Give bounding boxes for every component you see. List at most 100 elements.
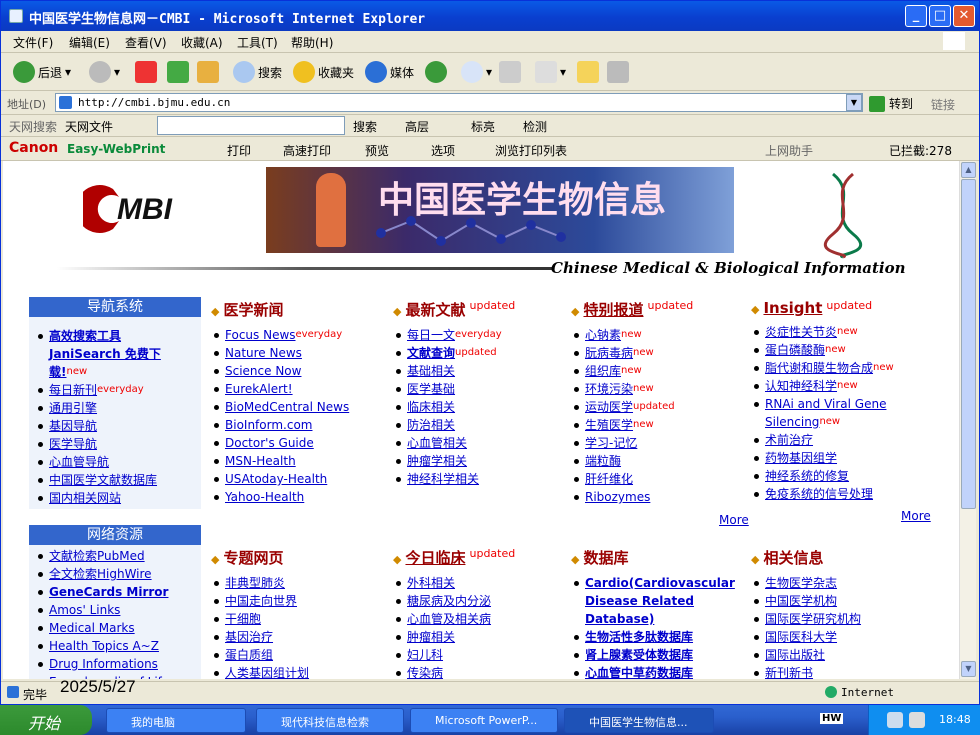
link[interactable]: 中国医学机构 bbox=[765, 594, 837, 608]
menu-view[interactable]: 查看(V) bbox=[125, 34, 167, 51]
section-title[interactable]: ◆ Insight updated bbox=[751, 299, 901, 317]
forward-button[interactable]: ▾ bbox=[89, 59, 120, 85]
menu-favorites[interactable]: 收藏(A) bbox=[181, 34, 223, 51]
link[interactable]: Nature News bbox=[225, 346, 302, 360]
menu-file[interactable]: 文件(F) bbox=[13, 34, 53, 51]
scroll-down-icon[interactable]: ▼ bbox=[961, 661, 976, 677]
start-button[interactable]: 开始 bbox=[0, 705, 92, 735]
more-link[interactable]: More bbox=[719, 513, 749, 527]
links-label[interactable]: 链接 bbox=[931, 96, 955, 113]
link[interactable]: 非典型肺炎 bbox=[225, 576, 285, 590]
link[interactable]: 基础相关 bbox=[407, 364, 455, 378]
volume-icon[interactable] bbox=[909, 712, 925, 728]
link[interactable]: 心血管中草药数据库 bbox=[585, 666, 693, 679]
go-button[interactable]: 转到 bbox=[869, 95, 913, 112]
link[interactable]: BioMedCentral News bbox=[225, 400, 349, 414]
menu-edit[interactable]: 编辑(E) bbox=[69, 34, 110, 51]
link[interactable]: 基因治疗 bbox=[225, 630, 273, 644]
link[interactable]: 朊病毒病 bbox=[585, 346, 633, 360]
network-icon[interactable] bbox=[887, 712, 903, 728]
link[interactable]: 神经系统的修复 bbox=[765, 469, 849, 483]
tianwang-advanced-button[interactable]: 高层 bbox=[405, 118, 429, 135]
section-title-text[interactable]: 特别报道 bbox=[583, 301, 643, 319]
link[interactable]: 肾上腺素受体数据库 bbox=[585, 648, 693, 662]
tianwang-detect-button[interactable]: 检测 bbox=[523, 118, 547, 135]
edit-button[interactable]: ▾ bbox=[535, 59, 566, 85]
link[interactable]: 临床相关 bbox=[407, 400, 455, 414]
link[interactable]: 生物医学杂志 bbox=[765, 576, 837, 590]
link[interactable]: MSN-Health bbox=[225, 454, 296, 468]
maximize-button[interactable]: □ bbox=[929, 5, 951, 27]
link[interactable]: 中国走向世界 bbox=[225, 594, 297, 608]
link[interactable]: 糖尿病及内分泌 bbox=[407, 594, 491, 608]
link[interactable]: 生殖医学 bbox=[585, 418, 633, 432]
link[interactable]: 炎症性关节炎 bbox=[765, 325, 837, 339]
canon-list-button[interactable]: 浏览打印列表 bbox=[495, 142, 567, 159]
tianwang-search-button[interactable]: 搜索 bbox=[353, 118, 377, 135]
section-title-text[interactable]: Insight bbox=[763, 299, 822, 317]
link[interactable]: 心血管导航 bbox=[49, 455, 109, 469]
address-dropdown-icon[interactable]: ▼ bbox=[846, 94, 862, 111]
link[interactable]: 蛋白质组 bbox=[225, 648, 273, 662]
link[interactable]: Science Now bbox=[225, 364, 301, 378]
favorites-button[interactable]: 收藏夹 bbox=[293, 59, 354, 85]
link[interactable]: Health Topics A~Z bbox=[49, 639, 159, 653]
link[interactable]: BioInform.com bbox=[225, 418, 312, 432]
link[interactable]: 防治相关 bbox=[407, 418, 455, 432]
task-internet-explorer[interactable]: 中国医学生物信息... bbox=[564, 708, 714, 733]
link[interactable]: 蛋白磷酸酶 bbox=[765, 343, 825, 357]
link[interactable]: 干细胞 bbox=[225, 612, 261, 626]
link[interactable]: Yahoo-Health bbox=[225, 490, 304, 504]
ime-indicator[interactable]: HW bbox=[820, 713, 844, 724]
media-button[interactable]: 媒体 bbox=[365, 59, 414, 85]
link[interactable]: 心钠素 bbox=[585, 328, 621, 342]
link[interactable]: Focus News bbox=[225, 328, 296, 342]
messenger-button[interactable] bbox=[607, 59, 629, 85]
link[interactable]: 心血管相关 bbox=[407, 436, 467, 450]
link[interactable]: 医学导航 bbox=[49, 437, 97, 451]
discuss-button[interactable] bbox=[577, 59, 599, 85]
canon-fastprint-button[interactable]: 高速打印 bbox=[283, 142, 331, 159]
close-button[interactable]: ✕ bbox=[953, 5, 975, 27]
task-my-computer[interactable]: 我的电脑 bbox=[106, 708, 246, 733]
link[interactable]: 术前治疗 bbox=[765, 433, 813, 447]
link[interactable]: USAtoday-Health bbox=[225, 472, 327, 486]
link[interactable]: Cardio(Cardiovascular Disease Related Da… bbox=[585, 576, 735, 626]
back-button[interactable]: 后退 ▾ bbox=[13, 59, 71, 85]
link[interactable]: 通用引擎 bbox=[49, 401, 97, 415]
link[interactable]: 文献检索PubMed bbox=[49, 549, 145, 563]
link[interactable]: 运动医学 bbox=[585, 400, 633, 414]
link[interactable]: 中国医学文献数据库 bbox=[49, 473, 157, 487]
canon-options-button[interactable]: 选项 bbox=[431, 142, 455, 159]
section-title[interactable]: ◆ 特别报道 updated bbox=[571, 299, 693, 320]
canon-preview-button[interactable]: 预览 bbox=[365, 142, 389, 159]
scroll-thumb[interactable] bbox=[961, 179, 976, 509]
link[interactable]: Doctor's Guide bbox=[225, 436, 314, 450]
link[interactable]: 脂代谢和膜生物合成 bbox=[765, 361, 873, 375]
vertical-scrollbar[interactable]: ▲ ▼ bbox=[959, 161, 976, 679]
menu-help[interactable]: 帮助(H) bbox=[291, 34, 333, 51]
link[interactable]: Medical Marks bbox=[49, 621, 135, 635]
link[interactable]: Amos' Links bbox=[49, 603, 120, 617]
easy-webprint-menu[interactable]: Easy-WebPrint bbox=[67, 142, 165, 156]
link[interactable]: 肝纤维化 bbox=[585, 472, 633, 486]
link[interactable]: 国际出版社 bbox=[765, 648, 825, 662]
link[interactable]: Drug Informations bbox=[49, 657, 158, 671]
home-button[interactable] bbox=[197, 59, 219, 85]
scroll-up-icon[interactable]: ▲ bbox=[961, 162, 976, 178]
link[interactable]: 每日新刊 bbox=[49, 383, 97, 397]
tianwang-highlight-button[interactable]: 标亮 bbox=[471, 118, 495, 135]
link[interactable]: 人类基因组计划 bbox=[225, 666, 309, 679]
popup-blocked-counter[interactable]: 已拦截:278 bbox=[889, 142, 952, 159]
link[interactable]: 心血管及相关病 bbox=[407, 612, 491, 626]
link[interactable]: 基因导航 bbox=[49, 419, 97, 433]
link[interactable]: 医学基础 bbox=[407, 382, 455, 396]
stop-button[interactable] bbox=[135, 59, 157, 85]
link[interactable]: 肿瘤相关 bbox=[407, 630, 455, 644]
mail-button[interactable]: ▾ bbox=[461, 59, 492, 85]
refresh-button[interactable] bbox=[167, 59, 189, 85]
address-input[interactable]: http://cmbi.bjmu.edu.cn bbox=[55, 93, 863, 112]
link[interactable]: 外科相关 bbox=[407, 576, 455, 590]
search-button[interactable]: 搜索 bbox=[233, 59, 282, 85]
link[interactable]: 全文检索HighWire bbox=[49, 567, 152, 581]
